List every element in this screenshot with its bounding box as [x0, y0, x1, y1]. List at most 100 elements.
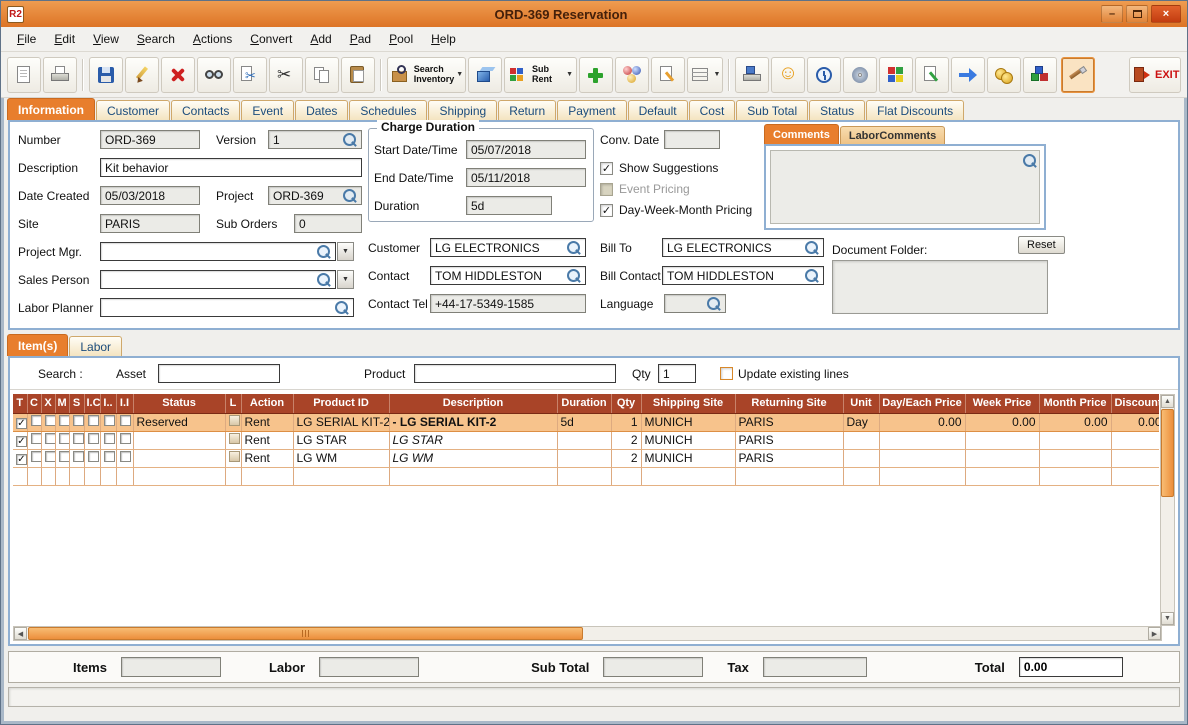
empty-cell[interactable] [241, 467, 294, 486]
cell-ii[interactable] [116, 413, 134, 432]
menu-add[interactable]: Add [302, 29, 339, 49]
new-document-button[interactable] [7, 56, 41, 93]
edit-note-button[interactable] [914, 56, 949, 93]
cell-x[interactable] [41, 449, 56, 468]
tab-information[interactable]: Information [7, 98, 95, 120]
sales-person-dropdown-button[interactable]: ▼ [337, 270, 354, 289]
x-checkbox[interactable] [44, 451, 54, 462]
ic-checkbox[interactable] [87, 451, 99, 462]
contact-field[interactable]: TOM HIDDLESTON [430, 266, 586, 285]
cell-idot[interactable] [100, 449, 117, 468]
tab-schedules[interactable]: Schedules [349, 100, 428, 120]
cell-week_price[interactable] [965, 431, 1040, 450]
comments-search-icon[interactable] [1022, 153, 1037, 168]
grid-view-button[interactable]: ▼ [687, 56, 723, 93]
project-mgr-search-icon[interactable] [316, 244, 331, 259]
t-checkbox[interactable] [16, 454, 26, 466]
empty-cell[interactable] [27, 467, 42, 486]
ii-checkbox[interactable] [119, 451, 131, 462]
line-option-box[interactable] [228, 415, 240, 426]
cell-returning_site[interactable]: PARIS [735, 413, 844, 432]
find-button[interactable] [197, 56, 231, 93]
cell-m[interactable] [55, 413, 70, 432]
version-search-icon[interactable] [342, 132, 357, 147]
inventory-cubes-button[interactable] [1022, 56, 1057, 93]
scroll-left-arrow[interactable]: ◀ [14, 627, 27, 640]
project-search-icon[interactable] [342, 188, 357, 203]
kit-button[interactable] [878, 56, 913, 93]
empty-cell[interactable] [641, 467, 736, 486]
reset-button[interactable]: Reset [1018, 236, 1065, 254]
cell-duration[interactable]: 5d [557, 413, 612, 432]
cell-discount[interactable] [1111, 431, 1159, 450]
cell-description[interactable]: LG WM [389, 449, 558, 468]
cell-duration[interactable] [557, 449, 612, 468]
empty-cell[interactable] [13, 467, 28, 486]
tab-dates[interactable]: Dates [295, 100, 349, 120]
cell-returning_site[interactable]: PARIS [735, 449, 844, 468]
cell-qty[interactable]: 1 [611, 413, 642, 432]
cell-product_id[interactable]: LG SERIAL KIT-2 [293, 413, 390, 432]
menu-view[interactable]: View [85, 29, 127, 49]
cell-returning_site[interactable]: PARIS [735, 431, 844, 450]
c-checkbox[interactable] [30, 415, 40, 426]
sub-rent-button[interactable]: Sub Rent ▼ [503, 56, 578, 93]
notes-button[interactable] [651, 56, 686, 93]
tab-laborcomments[interactable]: LaborComments [839, 126, 946, 144]
cell-week_price[interactable] [965, 449, 1040, 468]
menu-pool[interactable]: Pool [381, 29, 421, 49]
cell-s[interactable] [69, 413, 85, 432]
cell-unit[interactable]: Day [843, 413, 880, 432]
scroll-up-arrow[interactable]: ▲ [1161, 395, 1174, 408]
c-checkbox[interactable] [30, 433, 40, 444]
cell-c[interactable] [27, 449, 42, 468]
cell-c[interactable] [27, 413, 42, 432]
tab-return[interactable]: Return [498, 100, 557, 120]
empty-cell[interactable] [879, 467, 966, 486]
maximize-button[interactable] [1126, 5, 1148, 23]
cell-description[interactable]: - LG SERIAL KIT-2 [389, 413, 558, 432]
empty-cell[interactable] [100, 467, 117, 486]
contact-search-icon[interactable] [566, 268, 581, 283]
customer-field[interactable]: LG ELECTRONICS [430, 238, 586, 257]
cell-idot[interactable] [100, 431, 117, 450]
cell-idot[interactable] [100, 413, 117, 432]
cell-action[interactable]: Rent [241, 449, 294, 468]
line-option-box[interactable] [228, 451, 240, 462]
cell-ic[interactable] [84, 449, 101, 468]
s-checkbox[interactable] [72, 415, 83, 426]
vertical-scrollbar[interactable]: ▲ ▼ [1160, 394, 1175, 626]
empty-cell[interactable] [1039, 467, 1112, 486]
transfer-button[interactable] [950, 56, 985, 93]
m-checkbox[interactable] [58, 415, 68, 426]
ic-checkbox[interactable] [87, 433, 99, 444]
tab-default[interactable]: Default [627, 100, 688, 120]
cell-discount[interactable] [1111, 449, 1159, 468]
cell-t[interactable] [13, 431, 28, 450]
cell-day_each_price[interactable] [879, 431, 966, 450]
idot-checkbox[interactable] [103, 451, 115, 462]
tab-item-s[interactable]: Item(s) [7, 334, 69, 356]
cell-shipping_site[interactable]: MUNICH [641, 449, 736, 468]
menu-help[interactable]: Help [423, 29, 464, 49]
cell-c[interactable] [27, 431, 42, 450]
empty-cell[interactable] [84, 467, 101, 486]
cell-m[interactable] [55, 431, 70, 450]
cell-action[interactable]: Rent [241, 431, 294, 450]
scroll-down-arrow[interactable]: ▼ [1161, 612, 1174, 625]
print-report-button[interactable] [734, 56, 769, 93]
cell-product_id[interactable]: LG WM [293, 449, 390, 468]
cell-description[interactable]: LG STAR [389, 431, 558, 450]
empty-cell[interactable] [41, 467, 56, 486]
table-row[interactable]: RentLG WMLG WM2MUNICHPARIS [13, 449, 1159, 468]
sales-person-field[interactable] [100, 270, 336, 289]
media-button[interactable] [842, 56, 877, 93]
comments-textarea[interactable] [770, 150, 1040, 224]
empty-cell[interactable] [389, 467, 558, 486]
cut-button[interactable]: ✂ [269, 56, 303, 93]
cell-s[interactable] [69, 449, 85, 468]
cell-shipping_site[interactable]: MUNICH [641, 413, 736, 432]
empty-cell[interactable] [965, 467, 1040, 486]
cell-unit[interactable] [843, 431, 880, 450]
cell-x[interactable] [41, 431, 56, 450]
